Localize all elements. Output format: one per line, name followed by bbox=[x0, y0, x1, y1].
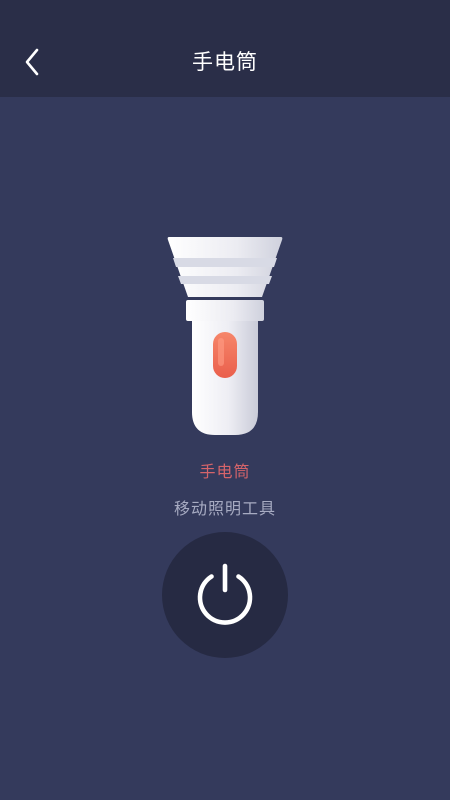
flashlight-screen: 手电筒 手电筒 移动照明工具 bbox=[0, 0, 450, 800]
header-bar: 手电筒 bbox=[0, 0, 450, 97]
power-icon bbox=[197, 563, 253, 625]
page-title: 手电筒 bbox=[192, 50, 258, 74]
flashlight-icon bbox=[167, 237, 283, 435]
power-button[interactable] bbox=[162, 532, 288, 658]
app-description: 移动照明工具 bbox=[173, 499, 276, 518]
app-name: 手电筒 bbox=[199, 462, 251, 481]
